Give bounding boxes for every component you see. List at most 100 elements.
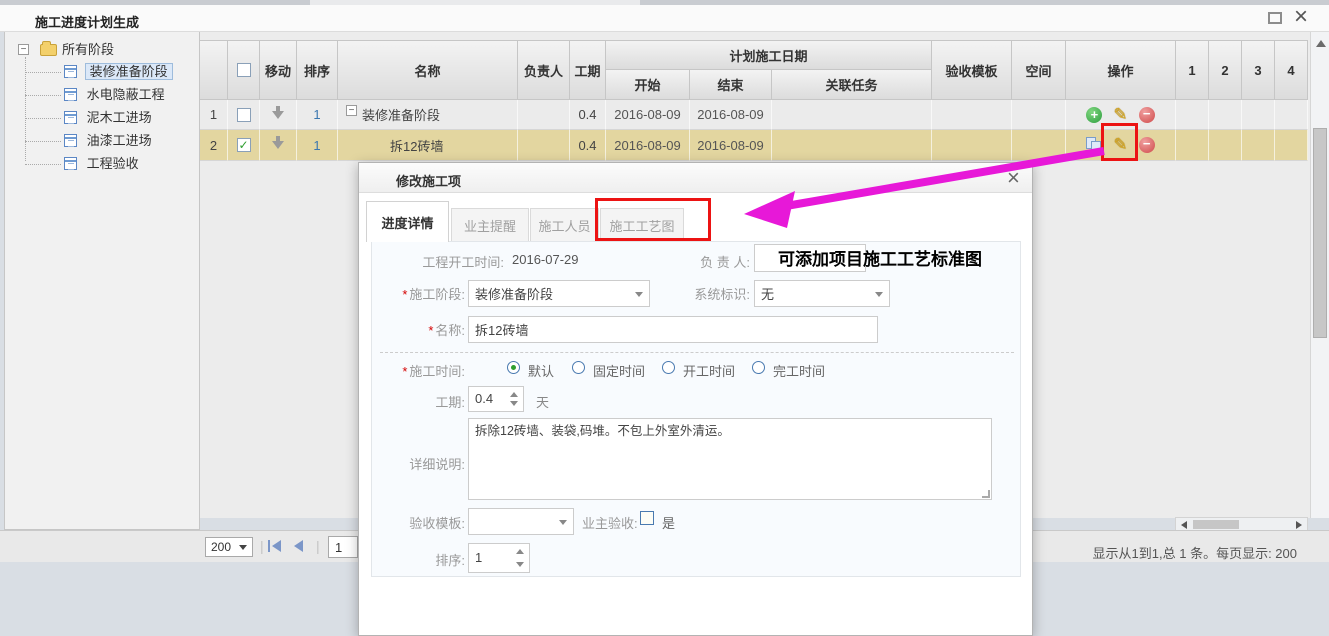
pagination-info: 显示从1到1,总 1 条。每页显示: 200 xyxy=(1093,543,1297,562)
add-icon[interactable]: + xyxy=(1086,107,1102,123)
resize-handle[interactable] xyxy=(982,490,990,498)
select-all-checkbox[interactable] xyxy=(237,63,251,77)
move-down-icon[interactable] xyxy=(272,111,284,119)
acceptance-select[interactable] xyxy=(468,508,574,535)
header-end[interactable]: 结束 xyxy=(690,70,772,100)
duration-label: 工期: xyxy=(372,392,465,411)
tree-item-label[interactable]: 水电隐蔽工程 xyxy=(87,87,165,102)
stage-select[interactable]: 装修准备阶段 xyxy=(468,280,650,307)
row-owner xyxy=(518,130,570,161)
delete-icon[interactable]: − xyxy=(1139,137,1155,153)
tree-item-label[interactable]: 油漆工进场 xyxy=(87,133,152,148)
row-extra-1 xyxy=(1176,130,1209,161)
dialog-close-icon[interactable]: × xyxy=(1007,165,1020,191)
start-time-value: 2016-07-29 xyxy=(512,252,579,267)
horizontal-scrollbar[interactable] xyxy=(1175,517,1308,531)
header-move[interactable]: 移动 xyxy=(260,40,297,100)
collapse-icon[interactable]: − xyxy=(346,105,357,116)
radio-fixed-label[interactable]: 固定时间 xyxy=(593,361,645,380)
row-checkbox-checked[interactable]: ✓ xyxy=(237,138,251,152)
table-icon xyxy=(64,88,77,101)
header-duration[interactable]: 工期 xyxy=(570,40,606,100)
spinner-down-icon[interactable] xyxy=(510,401,518,406)
spinner-up-icon[interactable] xyxy=(510,392,518,397)
sort-value: 1 xyxy=(475,550,482,565)
chevron-down-icon xyxy=(875,292,883,297)
move-down-icon[interactable] xyxy=(272,141,284,149)
radio-fixed-time[interactable] xyxy=(572,361,585,374)
delete-icon[interactable]: − xyxy=(1139,107,1155,123)
header-owner[interactable]: 负责人 xyxy=(518,40,570,100)
tree-item-label[interactable]: 工程验收 xyxy=(87,156,139,171)
close-icon[interactable]: × xyxy=(1294,4,1308,30)
header-col-2[interactable]: 2 xyxy=(1209,40,1242,100)
tree-item-nimu[interactable]: 泥木工进场 xyxy=(64,109,152,127)
system-flag-select[interactable]: 无 xyxy=(754,280,890,307)
radio-finish-label[interactable]: 完工时间 xyxy=(773,361,825,380)
tab-owner-remind[interactable]: 业主提醒 xyxy=(451,208,529,242)
page-title: 施工进度计划生成 xyxy=(35,12,139,31)
separator: | xyxy=(260,538,264,554)
sort-label: 排序: xyxy=(372,550,465,569)
maximize-icon[interactable] xyxy=(1268,12,1282,24)
tree-item-zhuangxiu[interactable]: 装修准备阶段 xyxy=(64,63,173,81)
row-acceptance xyxy=(932,130,1012,161)
header-start[interactable]: 开始 xyxy=(606,70,690,100)
vertical-scrollbar[interactable] xyxy=(1310,32,1329,518)
scroll-left-icon[interactable] xyxy=(1181,521,1187,529)
spinner-down-icon[interactable] xyxy=(516,562,524,567)
tab-progress-detail[interactable]: 进度详情 xyxy=(366,201,449,242)
annotation-note: 可添加项目施工工艺标准图 xyxy=(778,245,982,270)
tree-item-youqi[interactable]: 油漆工进场 xyxy=(64,132,152,150)
radio-default-selected[interactable] xyxy=(507,361,520,374)
page-input[interactable]: 1 xyxy=(328,536,358,558)
tab-workers[interactable]: 施工人员 xyxy=(530,208,599,242)
copy-icon[interactable] xyxy=(1086,137,1102,153)
edit-icon[interactable]: ✎ xyxy=(1113,105,1127,125)
tree-item-shuidian[interactable]: 水电隐蔽工程 xyxy=(64,86,165,104)
row-start-date: 2016-08-09 xyxy=(606,130,690,161)
radio-default-label[interactable]: 默认 xyxy=(528,361,554,380)
header-space[interactable]: 空间 xyxy=(1012,40,1066,100)
required-mark: * xyxy=(428,323,433,338)
header-related-task[interactable]: 关联任务 xyxy=(772,70,932,100)
first-page-icon[interactable] xyxy=(268,540,282,552)
tree-item-label[interactable]: 泥木工进场 xyxy=(87,110,152,125)
duration-stepper[interactable]: 0.4 xyxy=(468,386,524,412)
header-col-1[interactable]: 1 xyxy=(1176,40,1209,100)
page-size-select[interactable]: 200 xyxy=(205,537,253,557)
sort-stepper[interactable]: 1 xyxy=(468,543,530,573)
tree-item-label[interactable]: 装修准备阶段 xyxy=(85,63,173,80)
scrollbar-thumb[interactable] xyxy=(1313,128,1327,338)
row-sort[interactable]: 1 xyxy=(297,100,338,130)
row-duration: 0.4 xyxy=(570,100,606,130)
owner-accept-option[interactable]: 是 xyxy=(662,513,675,532)
radio-start-label[interactable]: 开工时间 xyxy=(683,361,735,380)
prev-page-icon[interactable] xyxy=(294,540,304,552)
radio-finish-time[interactable] xyxy=(752,361,765,374)
header-col-3[interactable]: 3 xyxy=(1242,40,1275,100)
name-input[interactable]: 拆12砖墙 xyxy=(468,316,878,343)
collapse-icon[interactable]: − xyxy=(18,44,29,55)
detail-label: 详细说明: xyxy=(372,454,465,473)
radio-start-time[interactable] xyxy=(662,361,675,374)
spinner-up-icon[interactable] xyxy=(516,549,524,554)
header-sort[interactable]: 排序 xyxy=(297,40,338,100)
stage-label-text: 施工阶段: xyxy=(409,287,465,302)
detail-textarea[interactable]: 拆除12砖墙、装袋,码堆。不包上外室外清运。 xyxy=(468,418,992,500)
row-name: 装修准备阶段 xyxy=(362,105,440,124)
acceptance-label: 验收模板: xyxy=(372,513,465,532)
row-sort[interactable]: 1 xyxy=(297,130,338,161)
row-space xyxy=(1012,100,1066,130)
scrollbar-up-icon[interactable] xyxy=(1316,40,1326,47)
scrollbar-thumb[interactable] xyxy=(1193,520,1239,529)
header-acceptance-template[interactable]: 验收模板 xyxy=(932,40,1012,100)
scroll-right-icon[interactable] xyxy=(1296,521,1302,529)
duration-unit: 天 xyxy=(536,392,549,411)
tree-connector xyxy=(25,141,61,142)
row-checkbox[interactable] xyxy=(237,108,251,122)
owner-accept-checkbox[interactable] xyxy=(640,511,654,525)
header-col-4[interactable]: 4 xyxy=(1275,40,1308,100)
header-name[interactable]: 名称 xyxy=(338,40,518,100)
tree-item-yanshou[interactable]: 工程验收 xyxy=(64,155,139,173)
